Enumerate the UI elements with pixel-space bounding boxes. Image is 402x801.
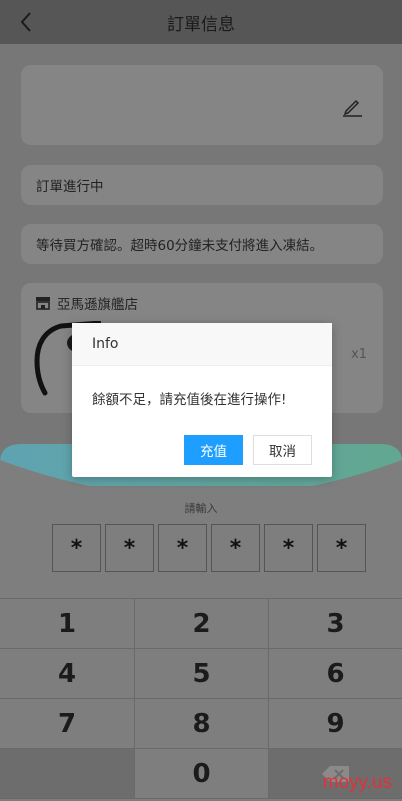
product-quantity: x1 <box>351 347 367 362</box>
store-icon <box>36 297 50 310</box>
password-digit-box: * <box>264 524 313 572</box>
password-digit-box: * <box>158 524 207 572</box>
key-5[interactable]: 5 <box>135 649 269 699</box>
page-title: 訂單信息 <box>167 14 235 35</box>
key-blank <box>0 749 135 799</box>
key-0[interactable]: 0 <box>135 749 269 799</box>
cancel-button[interactable]: 取消 <box>253 435 312 465</box>
password-prompt: 請輸入 <box>184 502 218 515</box>
key-7[interactable]: 7 <box>0 699 135 749</box>
password-input[interactable]: * * * * * * <box>52 524 370 572</box>
store-name: 亞馬遜旗艦店 <box>57 297 138 313</box>
info-dialog: Info 餘額不足，請充值後在進行操作! 充值 取消 <box>72 323 332 477</box>
dialog-actions: 充值 取消 <box>184 435 312 465</box>
key-8[interactable]: 8 <box>135 699 269 749</box>
dialog-message: 餘額不足，請充值後在進行操作! <box>92 392 287 408</box>
back-arrow-icon[interactable] <box>14 8 38 36</box>
order-note-card: 等待買方確認。超時60分鐘未支付將進入凍結。 <box>21 224 383 264</box>
order-status-card: 訂單進行中 <box>21 165 383 205</box>
password-digit-box: * <box>211 524 260 572</box>
address-card[interactable] <box>21 65 383 145</box>
payment-sheet: 請輸入 * * * * * * 1 2 3 4 5 6 7 8 9 0 <box>0 486 402 800</box>
key-3[interactable]: 3 <box>269 599 402 649</box>
edit-pencil-icon[interactable] <box>341 95 363 117</box>
store-header: 亞馬遜旗艦店 <box>35 293 138 313</box>
key-4[interactable]: 4 <box>0 649 135 699</box>
watermark: moyy.us <box>322 772 392 793</box>
key-6[interactable]: 6 <box>269 649 402 699</box>
password-digit-box: * <box>105 524 154 572</box>
password-digit-box: * <box>52 524 101 572</box>
dialog-title: Info <box>72 323 332 366</box>
password-digit-box: * <box>317 524 366 572</box>
key-1[interactable]: 1 <box>0 599 135 649</box>
header-bar: 訂單信息 <box>0 0 402 44</box>
key-9[interactable]: 9 <box>269 699 402 749</box>
numeric-keypad: 1 2 3 4 5 6 7 8 9 0 <box>0 598 402 801</box>
recharge-button[interactable]: 充值 <box>184 435 243 465</box>
key-2[interactable]: 2 <box>135 599 269 649</box>
